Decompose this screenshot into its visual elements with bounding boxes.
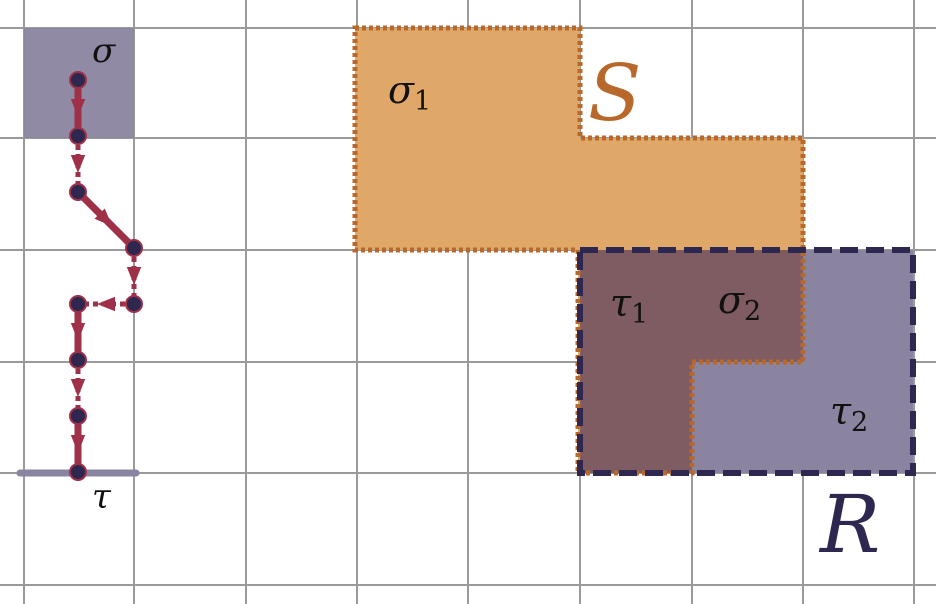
path-arrowhead: [70, 323, 86, 341]
path-arrowhead: [70, 379, 86, 397]
path-node: [69, 351, 87, 369]
path-node: [69, 127, 87, 145]
tau-label: τ: [92, 477, 112, 517]
cubical-complex-diagram: σ τ σ1 τ1 σ2 τ2 S R: [0, 0, 936, 604]
path-arrowhead: [97, 296, 115, 312]
path-node: [69, 295, 87, 313]
r-region-label: R: [818, 478, 880, 571]
path-node: [125, 295, 143, 313]
path-arrowhead: [70, 155, 86, 173]
path-node: [125, 239, 143, 257]
sigma-label: σ: [92, 31, 116, 71]
path-arrowhead: [70, 435, 86, 453]
path-node: [69, 407, 87, 425]
s-region-label: S: [588, 49, 641, 139]
path-node: [69, 463, 87, 481]
path-node: [69, 183, 87, 201]
path-arrowhead: [126, 267, 142, 285]
path-node: [69, 71, 87, 89]
